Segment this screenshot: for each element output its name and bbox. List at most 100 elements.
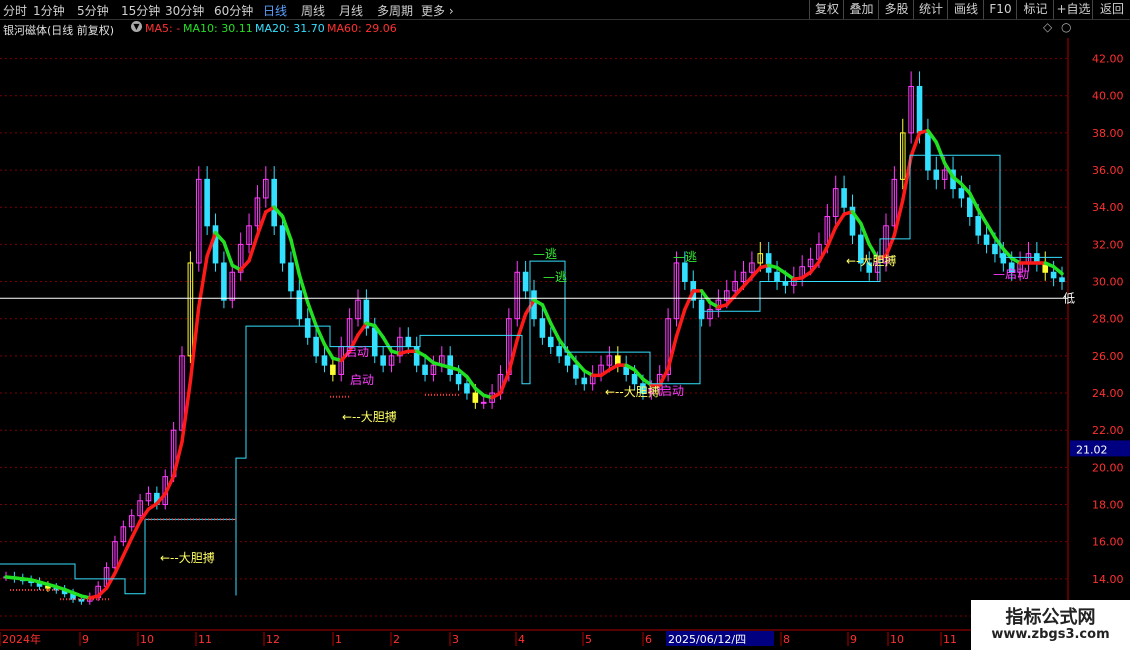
x-label-5: 1 bbox=[335, 633, 342, 646]
tool-button-4[interactable]: 画线 bbox=[947, 0, 984, 19]
trend-seg-15 bbox=[121, 536, 134, 558]
candle-body-26 bbox=[221, 262, 227, 301]
candle-body-36 bbox=[304, 318, 311, 338]
price-tag-text: 21.02 bbox=[1076, 443, 1108, 456]
y-label-14: 14.00 bbox=[1092, 573, 1124, 586]
candle-body-32 bbox=[271, 178, 277, 227]
candle-body-125 bbox=[1050, 271, 1057, 279]
trend-seg-81 bbox=[674, 307, 687, 339]
x-label-1: 9 bbox=[82, 633, 89, 646]
candle-body-115 bbox=[967, 197, 973, 218]
period-tab-2[interactable]: 5分钟 bbox=[77, 2, 109, 19]
candle-body-56 bbox=[472, 392, 479, 403]
date-highlight-text: 2025/06/12/四 bbox=[668, 633, 746, 646]
y-label-1: 40.00 bbox=[1092, 90, 1124, 103]
trend-seg-79 bbox=[657, 367, 670, 387]
period-tab-3[interactable]: 15分钟 bbox=[121, 2, 160, 19]
y-label-11: 20.00 bbox=[1092, 461, 1124, 474]
x-label-8: 4 bbox=[518, 633, 525, 646]
trend-seg-46 bbox=[381, 335, 394, 353]
candle-body-49 bbox=[413, 346, 420, 366]
candle-body-91 bbox=[765, 253, 772, 273]
candle-body-67 bbox=[564, 355, 571, 366]
period-tab-8[interactable]: 月线 bbox=[339, 2, 363, 19]
indicator-info-bar: 银河磁体(日线 前复权) ▼ MA5: - MA10: 30.11 MA20: … bbox=[0, 20, 1130, 37]
tool-button-3[interactable]: 统计 bbox=[913, 0, 948, 19]
period-tab-10[interactable]: 更多 › bbox=[421, 2, 454, 19]
candle-body-55 bbox=[464, 383, 470, 394]
y-label-6: 30.00 bbox=[1092, 276, 1124, 289]
tool-button-7[interactable]: +自选 bbox=[1053, 0, 1093, 19]
x-label-9: 5 bbox=[585, 633, 592, 646]
tool-button-6[interactable]: 标记 bbox=[1016, 0, 1054, 19]
trend-seg-31 bbox=[255, 210, 268, 237]
candle-body-39 bbox=[330, 364, 336, 375]
y-label-0: 42.00 bbox=[1092, 53, 1124, 66]
chevron-down-icon[interactable]: ▼ bbox=[131, 21, 142, 32]
tool-button-5[interactable]: F10 bbox=[983, 0, 1017, 19]
envelope-line bbox=[0, 154, 1062, 596]
x-label-10: 6 bbox=[645, 633, 652, 646]
y-label-9: 24.00 bbox=[1092, 387, 1124, 400]
period-tab-7[interactable]: 周线 bbox=[301, 2, 325, 19]
annotation-5: 启动 bbox=[345, 345, 369, 359]
tool-button-8[interactable]: 返回 bbox=[1092, 0, 1130, 19]
x-label-14: 10 bbox=[890, 633, 904, 646]
period-tab-1[interactable]: 1分钟 bbox=[33, 2, 65, 19]
period-tab-5[interactable]: 60分钟 bbox=[214, 2, 253, 19]
candle-body-64 bbox=[539, 318, 546, 338]
candle-body-126 bbox=[1059, 277, 1065, 283]
candle-body-53 bbox=[447, 355, 453, 375]
period-tab-9[interactable]: 多周期 bbox=[377, 2, 413, 19]
period-tab-0[interactable]: 分时 bbox=[3, 2, 27, 19]
candle-body-33 bbox=[279, 225, 286, 264]
trend-seg-109 bbox=[909, 131, 922, 158]
annotation-4: 启动 bbox=[350, 373, 374, 387]
x-label-3: 11 bbox=[198, 633, 212, 646]
candle-body-24 bbox=[204, 178, 210, 227]
annotation-3: ←-大胆搏 bbox=[846, 254, 896, 268]
tool-button-0[interactable]: 复权 bbox=[809, 0, 844, 19]
candle-body-44 bbox=[371, 327, 378, 357]
candle-body-114 bbox=[958, 188, 965, 199]
ma5-value: MA5: - bbox=[145, 22, 181, 35]
candle-body-100 bbox=[841, 188, 847, 208]
annotation-6: 启动 bbox=[660, 384, 684, 398]
candle-body-65 bbox=[547, 336, 554, 348]
period-tab-6[interactable]: 日线 bbox=[263, 2, 287, 19]
y-label-8: 26.00 bbox=[1092, 350, 1124, 363]
candle-body-50 bbox=[422, 364, 428, 375]
trend-seg-20 bbox=[163, 474, 176, 496]
candle-body-75 bbox=[631, 373, 638, 385]
trend-seg-112 bbox=[934, 140, 947, 165]
candle-body-109 bbox=[916, 85, 923, 134]
trend-seg-22 bbox=[180, 379, 193, 444]
y-label-2: 38.00 bbox=[1092, 127, 1124, 140]
watermark-title: 指标公式网 bbox=[1005, 607, 1096, 628]
candle-body-68 bbox=[573, 364, 579, 379]
candle-body-81 bbox=[682, 262, 688, 283]
x-label-12: 8 bbox=[783, 633, 790, 646]
stock-label: 银河磁体(日线 前复权) bbox=[3, 24, 115, 37]
period-tab-4[interactable]: 30分钟 bbox=[165, 2, 204, 19]
trend-seg-14 bbox=[113, 553, 126, 576]
low-label: 低 bbox=[1063, 291, 1075, 305]
ma10-value: MA10: 30.11 bbox=[183, 22, 253, 35]
trend-seg-27 bbox=[222, 240, 235, 268]
tool-button-1[interactable]: 叠加 bbox=[843, 0, 879, 19]
trend-seg-30 bbox=[247, 233, 260, 263]
x-label-6: 2 bbox=[393, 633, 400, 646]
x-label-2: 10 bbox=[140, 633, 154, 646]
annotation-7: —启动 bbox=[993, 267, 1029, 281]
kline-chart[interactable]: 42.00 40.00 38.00 36.00 34.00 32.00 30.00 28.00… bbox=[0, 37, 1130, 650]
trend-seg-13 bbox=[104, 571, 117, 590]
trend-seg-98 bbox=[817, 244, 830, 264]
diamond-icon[interactable]: ◇ bbox=[1043, 20, 1052, 34]
candle-body-57 bbox=[480, 401, 487, 404]
annotation-8: —逃 bbox=[533, 247, 557, 261]
circle-icon[interactable]: ○ bbox=[1061, 20, 1071, 34]
x-label-13: 9 bbox=[850, 633, 857, 646]
tool-button-2[interactable]: 多股 bbox=[878, 0, 914, 19]
candle-body-37 bbox=[313, 336, 319, 357]
trend-seg-29 bbox=[238, 258, 251, 272]
